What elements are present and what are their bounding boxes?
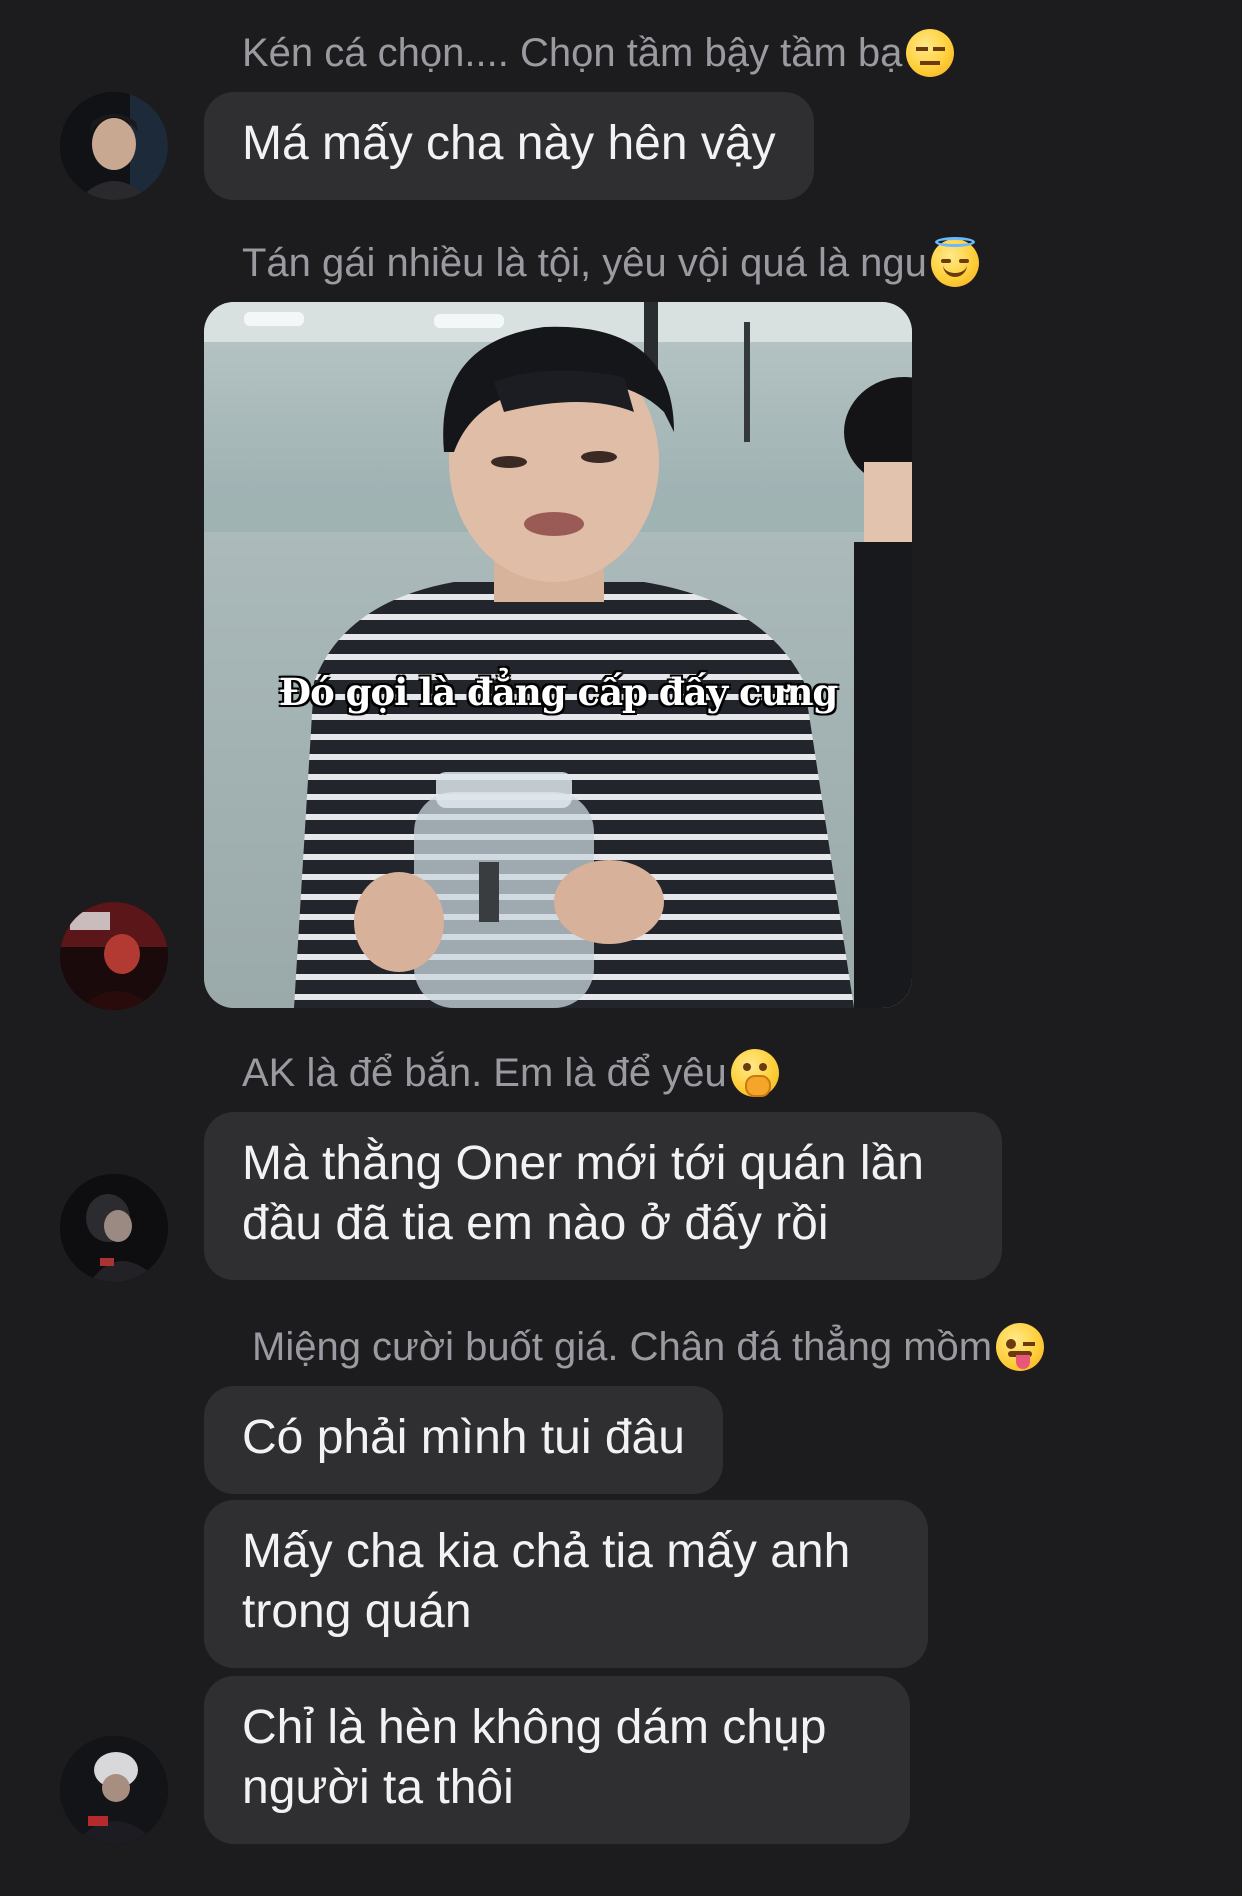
message-text: Chỉ là hèn không dám chụp người ta thôi (242, 1701, 827, 1814)
sender-name: AK là để bắn. Em là để yêu (242, 1048, 779, 1098)
meme-caption: Đó gọi là đẳng cấp đấy cưng (278, 670, 838, 714)
face-with-hand-over-mouth-icon (730, 1049, 779, 1097)
avatar[interactable] (60, 902, 168, 1010)
meme-image[interactable]: Đó gọi là đẳng cấp đấy cưng (204, 302, 912, 1008)
message-bubble[interactable]: Có phải mình tui đâu (204, 1386, 723, 1494)
meme-photo-illustration (204, 302, 912, 1008)
avatar[interactable] (60, 1174, 168, 1282)
sender-name-text: Miệng cười buốt giá. Chân đá thẳng mồm (252, 1325, 993, 1369)
message-bubble[interactable]: Mà thằng Oner mới tới quán lần đầu đã ti… (204, 1112, 1002, 1280)
message-bubble[interactable]: Chỉ là hèn không dám chụp người ta thôi (204, 1676, 910, 1844)
message-bubble[interactable]: Mấy cha kia chả tia mấy anh trong quán (204, 1500, 928, 1668)
sender-name: Kén cá chọn.... Chọn tầm bậy tầm bạ (242, 28, 955, 78)
avatar[interactable] (60, 92, 168, 200)
message-text: Mà thằng Oner mới tới quán lần đầu đã ti… (242, 1137, 924, 1250)
message-text: Má mấy cha này hên vậy (242, 117, 776, 170)
sender-name-text: Tán gái nhiều là tội, yêu vội quá là ngu (242, 241, 927, 285)
sender-name-text: Kén cá chọn.... Chọn tầm bậy tầm bạ (242, 31, 903, 75)
winking-face-with-tongue-icon (996, 1323, 1045, 1371)
sender-name: Tán gái nhiều là tội, yêu vội quá là ngu (242, 237, 979, 288)
sender-name-text: AK là để bắn. Em là để yêu (242, 1051, 727, 1095)
message-text: Có phải mình tui đâu (242, 1411, 685, 1464)
avatar[interactable] (60, 1736, 168, 1844)
message-bubble[interactable]: Má mấy cha này hên vậy (204, 92, 814, 200)
message-text: Mấy cha kia chả tia mấy anh trong quán (242, 1525, 851, 1638)
sender-name: Miệng cười buốt giá. Chân đá thẳng mồm (252, 1322, 1045, 1372)
smiling-face-with-halo-icon (930, 237, 979, 287)
expressionless-face-icon (906, 29, 955, 77)
